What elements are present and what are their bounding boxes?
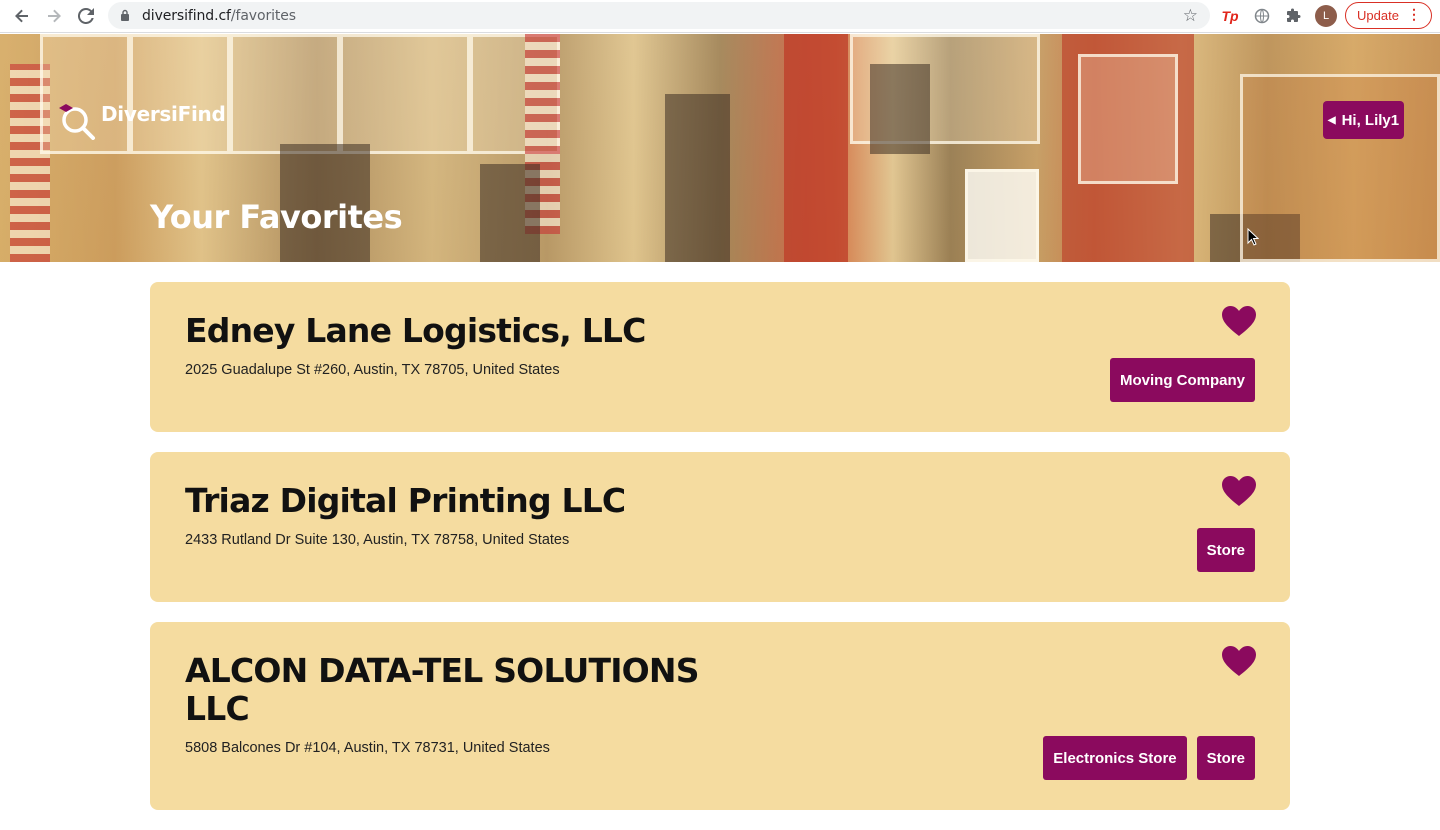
category-tag[interactable]: Store [1196, 736, 1255, 780]
magnifier-logo-icon [59, 104, 95, 140]
reload-icon[interactable] [75, 5, 97, 27]
address-bar[interactable]: diversifind.cf/favorites ☆ [108, 2, 1210, 29]
logo[interactable]: DiversiFind [57, 100, 226, 140]
logo-text: DiversiFind [101, 102, 226, 126]
update-label: Update [1357, 8, 1399, 23]
profile-avatar[interactable]: L [1315, 5, 1337, 27]
business-address: 5808 Balcones Dr #104, Austin, TX 78731,… [185, 740, 550, 756]
update-button[interactable]: Update ⋮ [1345, 2, 1432, 29]
page-title: Your Favorites [150, 198, 403, 236]
hero-banner: DiversiFind Your Favorites ◀ Hi, Lily1 [0, 34, 1440, 262]
back-arrow-icon[interactable] [11, 5, 33, 27]
category-tags: Moving Company [1109, 358, 1255, 402]
category-tags: Store [1196, 528, 1255, 572]
tp-extension-label: Tp [1221, 8, 1239, 24]
favorites-list: Edney Lane Logistics, LLC 2025 Guadalupe… [150, 282, 1290, 830]
category-tag[interactable]: Store [1196, 528, 1255, 572]
kebab-menu-icon[interactable]: ⋮ [1407, 6, 1421, 23]
user-menu-button[interactable]: ◀ Hi, Lily1 [1323, 101, 1404, 139]
business-name[interactable]: ALCON DATA-TEL SOLUTIONS LLC [185, 651, 700, 728]
tp-extension-icon[interactable]: Tp [1220, 6, 1240, 26]
business-address: 2025 Guadalupe St #260, Austin, TX 78705… [185, 362, 560, 378]
favorite-card[interactable]: Edney Lane Logistics, LLC 2025 Guadalupe… [150, 282, 1290, 432]
category-tags: Electronics Store Store [1043, 736, 1255, 780]
extensions-puzzle-icon[interactable] [1284, 6, 1304, 26]
business-address: 2433 Rutland Dr Suite 130, Austin, TX 78… [185, 532, 570, 548]
lock-icon [121, 9, 129, 21]
user-greeting: Hi, Lily1 [1341, 111, 1400, 129]
browser-toolbar: diversifind.cf/favorites ☆ Tp L Update ⋮ [0, 0, 1440, 33]
business-name-line: ALCON DATA-TEL SOLUTIONS [185, 651, 700, 690]
heart-icon[interactable] [1221, 305, 1257, 337]
favorite-card[interactable]: Triaz Digital Printing LLC 2433 Rutland … [150, 452, 1290, 602]
business-name[interactable]: Triaz Digital Printing LLC [185, 482, 626, 520]
url-path: /favorites [230, 8, 296, 24]
heart-icon[interactable] [1221, 645, 1257, 677]
favorite-card[interactable]: ALCON DATA-TEL SOLUTIONS LLC 5808 Balcon… [150, 622, 1290, 810]
url-host: diversifind.cf [142, 8, 231, 24]
globe-extension-icon[interactable] [1252, 6, 1272, 26]
business-name-line: LLC [185, 689, 250, 728]
url-text: diversifind.cf/favorites [142, 8, 296, 24]
forward-arrow-icon[interactable] [43, 5, 65, 27]
category-tag[interactable]: Electronics Store [1043, 736, 1187, 780]
bookmark-star-icon[interactable]: ☆ [1183, 6, 1198, 26]
caret-left-icon: ◀ [1327, 114, 1336, 126]
mouse-cursor-icon [1247, 228, 1259, 246]
business-name[interactable]: Edney Lane Logistics, LLC [185, 312, 646, 350]
category-tag[interactable]: Moving Company [1109, 358, 1255, 402]
heart-icon[interactable] [1221, 475, 1257, 507]
